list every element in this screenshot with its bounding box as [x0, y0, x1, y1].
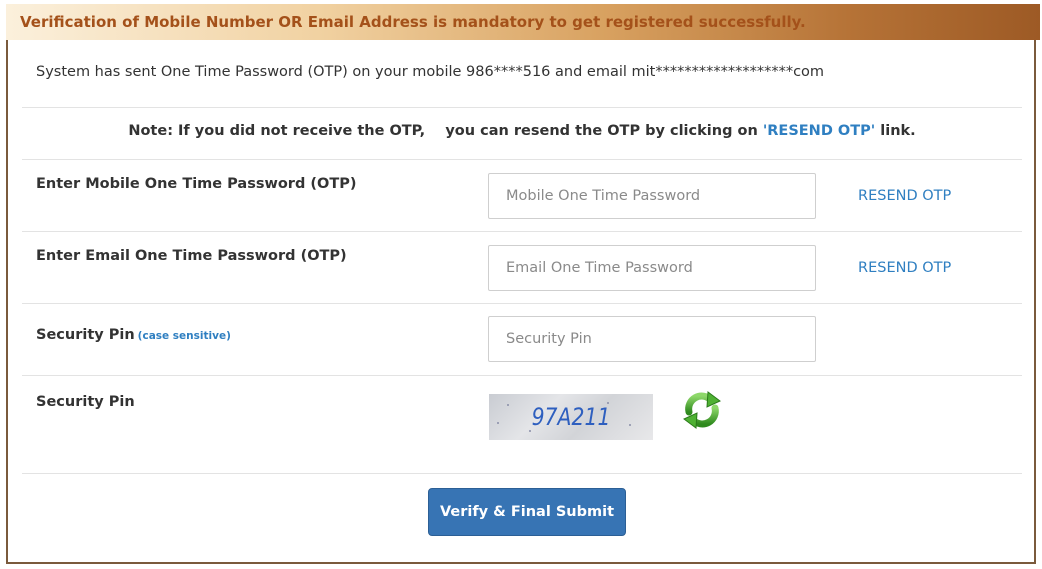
- case-sensitive-hint: (case sensitive): [137, 330, 231, 342]
- resend-note-row: Note: If you did not receive the OTP, yo…: [22, 108, 1022, 160]
- otp-sent-message: System has sent One Time Password (OTP) …: [36, 64, 825, 80]
- captcha-label: Security Pin: [36, 394, 135, 410]
- otp-sent-row: System has sent One Time Password (OTP) …: [22, 40, 1022, 108]
- email-otp-row: Enter Email One Time Password (OTP) RESE…: [22, 232, 1022, 304]
- note-suffix: link.: [875, 123, 916, 139]
- refresh-icon[interactable]: [680, 388, 724, 432]
- banner-text: Verification of Mobile Number OR Email A…: [20, 13, 806, 31]
- captcha-noise-dot: [497, 422, 499, 424]
- mobile-resend-otp-link[interactable]: RESEND OTP: [858, 188, 951, 204]
- email-resend-otp-link[interactable]: RESEND OTP: [858, 260, 951, 276]
- security-pin-label-text: Security Pin: [36, 327, 135, 343]
- mobile-otp-row: Enter Mobile One Time Password (OTP) RES…: [22, 160, 1022, 232]
- mobile-otp-label: Enter Mobile One Time Password (OTP): [36, 176, 357, 192]
- security-pin-row: Security Pin (case sensitive): [22, 304, 1022, 376]
- security-pin-label: Security Pin (case sensitive): [36, 327, 231, 343]
- email-otp-input[interactable]: [488, 245, 816, 291]
- mobile-otp-input[interactable]: [488, 173, 816, 219]
- note-prefix: Note: If you did not receive the OTP, yo…: [128, 123, 763, 139]
- email-otp-label: Enter Email One Time Password (OTP): [36, 248, 347, 264]
- mandatory-notice-banner: Verification of Mobile Number OR Email A…: [6, 4, 1040, 40]
- refresh-icon-graphic: [683, 391, 721, 429]
- resend-note: Note: If you did not receive the OTP, yo…: [22, 123, 1022, 139]
- verify-final-submit-button[interactable]: Verify & Final Submit: [428, 488, 626, 536]
- security-pin-input[interactable]: [488, 316, 816, 362]
- note-resend-link-text: 'RESEND OTP': [762, 123, 876, 139]
- captcha-code: 97A211: [531, 403, 611, 431]
- captcha-image: 97A211: [489, 394, 653, 440]
- verification-panel: Verification of Mobile Number OR Email A…: [6, 4, 1040, 564]
